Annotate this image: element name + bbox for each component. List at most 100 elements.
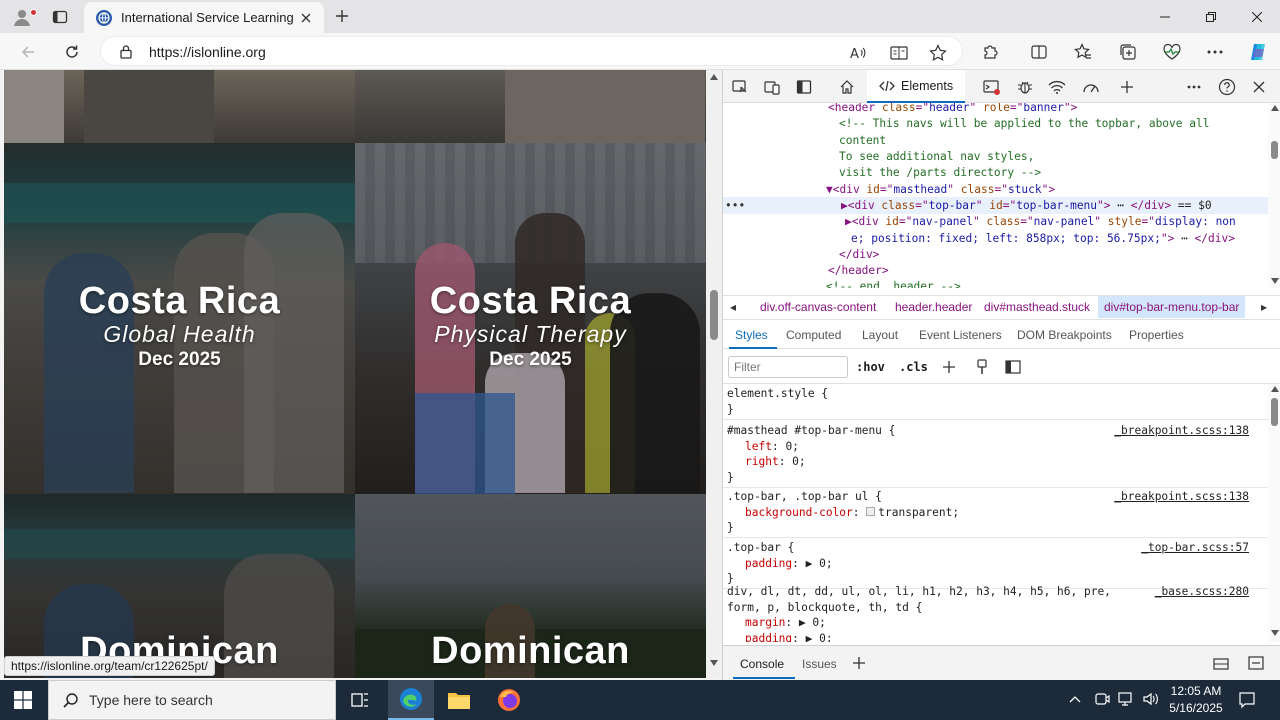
undock-drawer-icon[interactable]: [1213, 656, 1229, 670]
notifications-icon[interactable]: [1238, 691, 1256, 709]
trip-card-dominican-2[interactable]: Dominican: [355, 494, 706, 678]
css-declaration[interactable]: background-color: transparent;: [745, 505, 959, 521]
styles-scrollbar[interactable]: [1268, 384, 1280, 642]
close-tab-icon[interactable]: [296, 8, 316, 28]
meet-now-icon[interactable]: [1094, 691, 1110, 707]
paint-brush-icon[interactable]: [975, 359, 989, 375]
subtab-properties[interactable]: Properties: [1129, 328, 1184, 342]
subtab-styles[interactable]: Styles: [735, 328, 768, 342]
show-hidden-icons-chevron-icon[interactable]: [1068, 692, 1082, 706]
restore-button[interactable]: [1188, 0, 1234, 33]
system-clock[interactable]: 12:05 AM 5/16/2025: [1164, 683, 1228, 717]
dom-node-line[interactable]: <header class="header" role="banner">: [828, 103, 1077, 116]
css-rule-selector[interactable]: .top-bar {: [727, 540, 794, 556]
new-style-rule-icon[interactable]: [942, 360, 956, 374]
copilot-button[interactable]: [1243, 37, 1273, 67]
console-errors-icon[interactable]: [981, 76, 1003, 98]
dom-node-line[interactable]: ▼<div id="masthead" class="stuck">: [826, 182, 1055, 198]
breadcrumb-item-selected[interactable]: div#top-bar-menu.top-bar: [1098, 296, 1246, 318]
task-view-button[interactable]: [337, 680, 383, 720]
active-tab[interactable]: International Service Learning: [84, 2, 324, 33]
dom-node-line[interactable]: <!-- This navs will be applied to the to…: [839, 116, 1209, 132]
dom-node-line[interactable]: ▶<div id="nav-panel" class="nav-panel" s…: [845, 214, 1236, 230]
taskbar-firefox[interactable]: [486, 680, 532, 720]
tab-actions-button[interactable]: [46, 4, 74, 30]
close-window-button[interactable]: [1234, 0, 1280, 33]
breadcrumb-item[interactable]: header.header: [895, 300, 972, 314]
tile-top-right-partial[interactable]: [355, 70, 706, 143]
trip-card-costa-rica-physical-therapy[interactable]: Costa Rica Physical Therapy Dec 2025: [355, 143, 706, 494]
css-source-link[interactable]: _breakpoint.scss:138: [1114, 489, 1249, 505]
cls-toggle[interactable]: .cls: [899, 360, 928, 374]
dom-node-line[interactable]: e; position: fixed; left: 858px; top: 56…: [851, 231, 1235, 247]
debugger-bug-icon[interactable]: [1014, 76, 1036, 98]
subtab-event-listeners[interactable]: Event Listeners: [919, 328, 1002, 342]
volume-icon[interactable]: [1142, 691, 1160, 707]
welcome-home-icon[interactable]: [836, 76, 858, 98]
settings-menu-button[interactable]: [1200, 37, 1230, 67]
dom-node-line[interactable]: To see additional nav styles,: [839, 149, 1034, 165]
css-source-link[interactable]: _breakpoint.scss:138: [1114, 423, 1249, 439]
css-declaration[interactable]: right: 0;: [745, 454, 806, 470]
inspect-element-icon[interactable]: [729, 76, 751, 98]
new-tab-button[interactable]: [330, 4, 354, 28]
dom-node-line[interactable]: content: [839, 133, 886, 149]
start-button[interactable]: [0, 680, 46, 720]
immersive-reader-icon[interactable]: [890, 44, 908, 62]
trip-card-dominican-1[interactable]: Dominican: [4, 494, 355, 678]
subtab-computed[interactable]: Computed: [786, 328, 841, 342]
css-declaration[interactable]: padding: ▶ 0;: [745, 631, 833, 642]
styles-scroll-thumb[interactable]: [1271, 398, 1278, 426]
drawer-tab-issues[interactable]: Issues: [802, 657, 837, 671]
favorite-star-icon[interactable]: [929, 44, 947, 62]
node-actions-dots[interactable]: •••: [725, 198, 745, 214]
dom-node-line[interactable]: visit the /parts directory -->: [839, 165, 1041, 181]
favorites-button[interactable]: [1068, 37, 1098, 67]
network-wifi-icon[interactable]: [1046, 76, 1068, 98]
performance-gauge-icon[interactable]: [1080, 76, 1102, 98]
dom-tree-scrollbar[interactable]: [1268, 103, 1280, 288]
css-declaration[interactable]: left: 0;: [745, 439, 799, 455]
dom-node-line[interactable]: ▶<div class="top-bar" id="top-bar-menu">…: [841, 198, 1212, 214]
more-tools-plus-icon[interactable]: [1116, 76, 1138, 98]
page-scrollbar[interactable]: [706, 70, 722, 678]
dock-side-icon[interactable]: [793, 76, 815, 98]
performance-button[interactable]: [1157, 37, 1187, 67]
device-emulation-icon[interactable]: [761, 76, 783, 98]
url-text[interactable]: https://islonline.org: [149, 44, 266, 60]
close-devtools-icon[interactable]: [1248, 76, 1270, 98]
breadcrumb-item[interactable]: div#masthead.stuck: [984, 300, 1090, 314]
lock-icon[interactable]: [119, 44, 133, 59]
taskbar-file-explorer[interactable]: [436, 680, 482, 720]
subtab-dom-breakpoints[interactable]: DOM Breakpoints: [1017, 328, 1112, 342]
dom-node-line[interactable]: </div>: [839, 247, 879, 263]
trip-card-costa-rica-global-health[interactable]: Costa Rica Global Health Dec 2025: [4, 143, 355, 494]
back-button[interactable]: [13, 37, 43, 67]
subtab-layout[interactable]: Layout: [862, 328, 898, 342]
toggle-sidebar-icon[interactable]: [1005, 360, 1021, 374]
extensions-button[interactable]: [976, 37, 1006, 67]
network-icon[interactable]: [1117, 691, 1135, 707]
tab-elements[interactable]: Elements: [867, 70, 966, 103]
collections-button[interactable]: [1113, 37, 1143, 67]
styles-filter-input[interactable]: Filter: [728, 356, 848, 378]
dom-scroll-thumb[interactable]: [1271, 141, 1278, 159]
breadcrumb-item[interactable]: div.off-canvas-content: [760, 300, 876, 314]
help-icon[interactable]: [1216, 76, 1238, 98]
hov-toggle[interactable]: :hov: [856, 360, 885, 374]
css-declaration[interactable]: margin: ▶ 0;: [745, 615, 826, 631]
css-rule-selector[interactable]: element.style {: [727, 386, 828, 402]
css-rule-selector[interactable]: #masthead #top-bar-menu {: [727, 423, 895, 439]
minimize-button[interactable]: [1142, 0, 1188, 33]
address-bar[interactable]: https://islonline.org A: [100, 36, 963, 66]
drawer-tab-console[interactable]: Console: [740, 657, 784, 671]
profile-button[interactable]: [8, 4, 37, 30]
split-screen-button[interactable]: [1024, 37, 1054, 67]
page-scrollbar-thumb[interactable]: [710, 290, 718, 340]
read-aloud-icon[interactable]: A: [850, 44, 868, 62]
refresh-button[interactable]: [57, 37, 87, 67]
dom-node-line[interactable]: <!-- end .header -->: [826, 279, 961, 288]
css-declaration[interactable]: padding: ▶ 0;: [745, 556, 833, 572]
breadcrumb-right-arrow-icon[interactable]: ▸: [1261, 300, 1267, 314]
taskbar-edge[interactable]: [388, 680, 434, 720]
